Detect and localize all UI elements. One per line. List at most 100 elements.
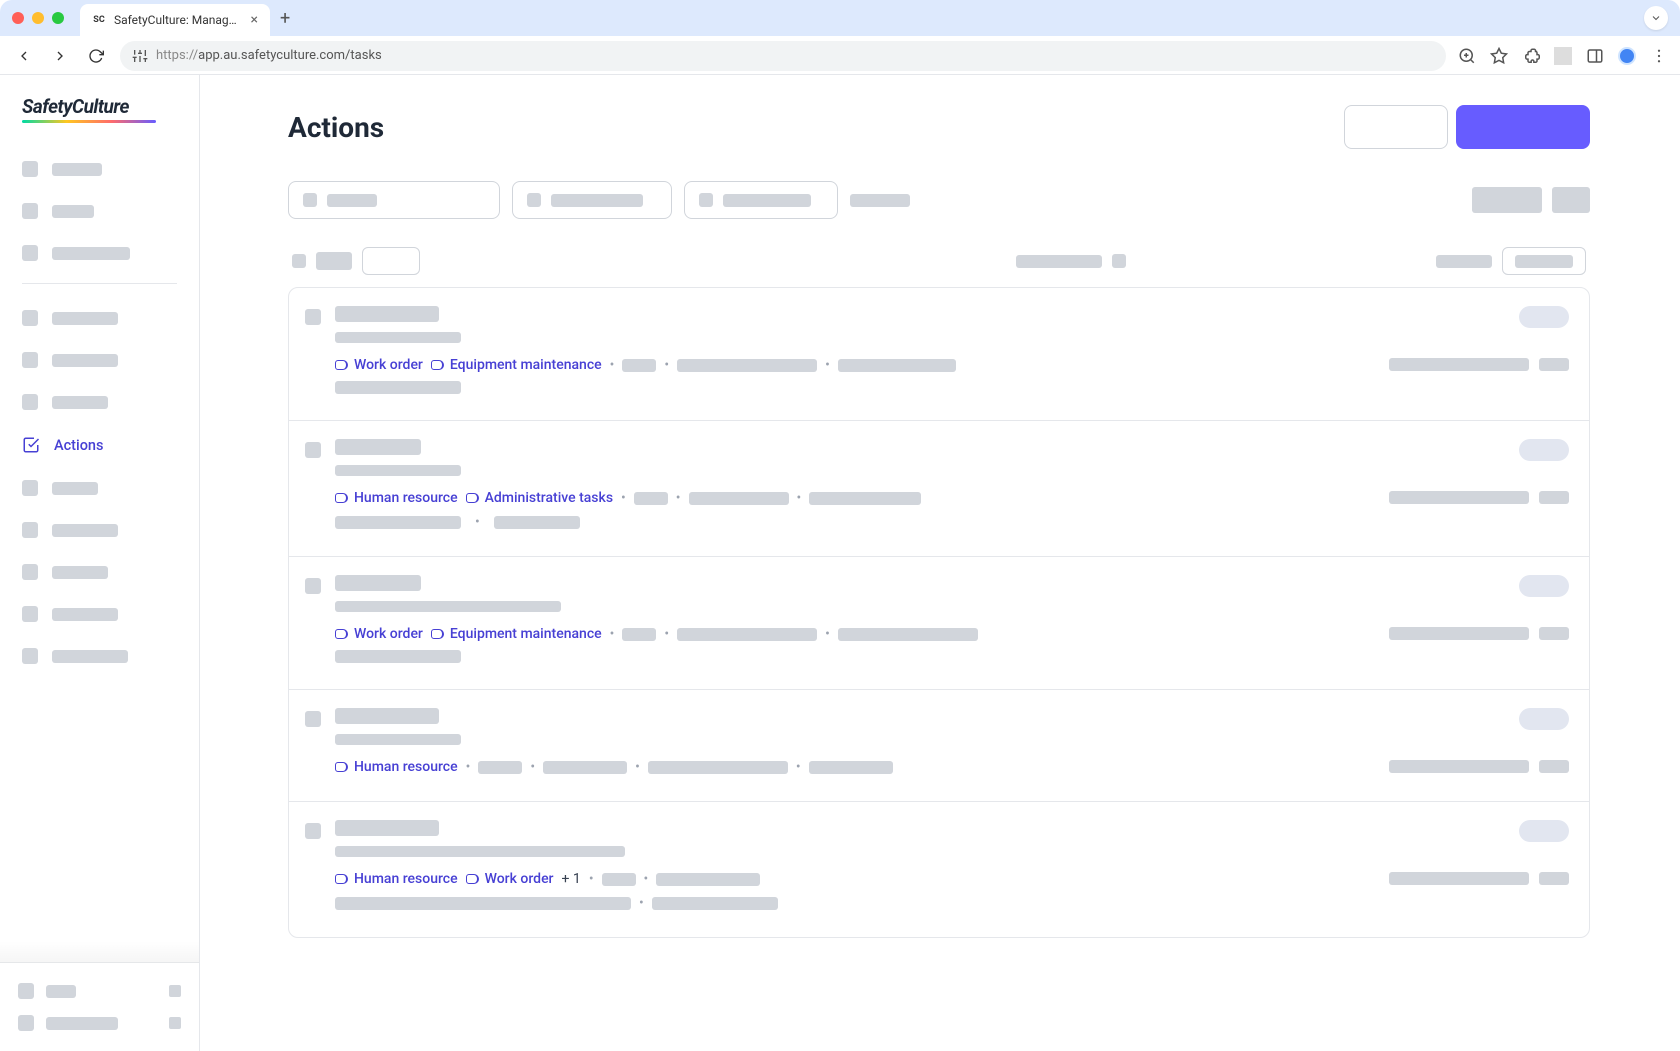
expand-tabs-button[interactable] xyxy=(1644,6,1668,30)
status-badge[interactable] xyxy=(1519,439,1569,461)
meta-skeleton xyxy=(689,492,789,505)
sidebar-item-skeleton[interactable] xyxy=(12,470,187,506)
sort-dropdown[interactable] xyxy=(362,247,420,275)
profile-avatar-icon[interactable] xyxy=(1618,47,1636,65)
browser-tab[interactable]: SC SafetyCulture: Manage Teams and... × xyxy=(80,4,270,36)
search-filter[interactable] xyxy=(288,181,500,219)
sidebar-bottom-item[interactable] xyxy=(12,975,187,1007)
maximize-window-icon[interactable] xyxy=(52,12,64,24)
more-icon[interactable] xyxy=(1650,47,1668,65)
url-text: https://app.au.safetyculture.com/tasks xyxy=(156,48,382,63)
status-badge[interactable] xyxy=(1519,575,1569,597)
sidebar-item-skeleton[interactable] xyxy=(12,596,187,632)
close-window-icon[interactable] xyxy=(12,12,24,24)
tag[interactable]: Human resource xyxy=(335,759,458,775)
status-badge[interactable] xyxy=(1519,306,1569,328)
filter-dropdown[interactable] xyxy=(512,181,672,219)
filter-dropdown[interactable] xyxy=(684,181,838,219)
sidebar-item-skeleton[interactable] xyxy=(12,384,187,420)
reload-button[interactable] xyxy=(84,44,108,68)
toolbar-skeleton xyxy=(316,252,352,270)
row-title-skeleton xyxy=(335,820,439,836)
sidebar-bottom-item[interactable] xyxy=(12,1007,187,1039)
row-meta-right-skeleton xyxy=(1389,491,1529,504)
select-all-checkbox[interactable] xyxy=(292,254,306,268)
sidebar-item-actions[interactable]: Actions xyxy=(12,426,187,464)
sidebar-item-skeleton[interactable] xyxy=(12,193,187,229)
toolbar-icon-skeleton[interactable] xyxy=(1112,254,1126,268)
logo-underline xyxy=(22,120,156,123)
row-title-skeleton xyxy=(335,575,421,591)
row-subtitle-skeleton xyxy=(335,332,461,343)
primary-action-button[interactable] xyxy=(1456,105,1590,149)
back-button[interactable] xyxy=(12,44,36,68)
row-checkbox[interactable] xyxy=(305,309,321,325)
close-tab-icon[interactable]: × xyxy=(251,12,258,28)
sidebar-item-skeleton[interactable] xyxy=(12,235,187,271)
sidebar-item-skeleton[interactable] xyxy=(12,512,187,548)
row-checkbox[interactable] xyxy=(305,823,321,839)
forward-button[interactable] xyxy=(48,44,72,68)
tag[interactable]: Equipment maintenance xyxy=(431,626,602,642)
zoom-icon[interactable] xyxy=(1458,47,1476,65)
more-tags[interactable]: + 1 xyxy=(562,871,581,887)
meta-skeleton xyxy=(652,897,778,910)
sidebar-item-skeleton[interactable] xyxy=(12,300,187,336)
status-badge[interactable] xyxy=(1519,708,1569,730)
row-checkbox[interactable] xyxy=(305,442,321,458)
tag-icon xyxy=(466,493,479,503)
logo[interactable]: SafetyCulture xyxy=(0,95,199,151)
meta-skeleton xyxy=(677,359,817,372)
sidebar-item-skeleton[interactable] xyxy=(12,554,187,590)
sidebar-bottom xyxy=(0,962,199,1051)
bookmark-icon[interactable] xyxy=(1490,47,1508,65)
tag-icon xyxy=(335,874,348,884)
filter-link-skeleton[interactable] xyxy=(850,194,910,207)
site-settings-icon[interactable] xyxy=(132,48,148,64)
meta-skeleton xyxy=(838,628,978,641)
app: SafetyCulture Actions xyxy=(0,75,1680,1051)
tag-icon xyxy=(466,874,479,884)
meta-skeleton xyxy=(622,359,656,372)
tag[interactable]: Administrative tasks xyxy=(466,490,613,506)
row-meta-right-skeleton xyxy=(1389,627,1529,640)
sidebar-item-skeleton[interactable] xyxy=(12,638,187,674)
view-toggle-skeleton[interactable] xyxy=(1472,187,1542,213)
sidebar: SafetyCulture Actions xyxy=(0,75,200,1051)
tab-title: SafetyCulture: Manage Teams and... xyxy=(114,13,243,27)
table-row[interactable]: Human resource•••• xyxy=(289,690,1589,802)
minimize-window-icon[interactable] xyxy=(32,12,44,24)
status-badge[interactable] xyxy=(1519,820,1569,842)
tag-icon xyxy=(335,762,348,772)
extensions-icon[interactable] xyxy=(1522,47,1540,65)
table-row[interactable]: Human resourceAdministrative tasks••• • xyxy=(289,421,1589,557)
sidepanel-icon[interactable] xyxy=(1586,47,1604,65)
row-checkbox[interactable] xyxy=(305,578,321,594)
sidebar-item-skeleton[interactable] xyxy=(12,342,187,378)
row-meta-right-skeleton xyxy=(1539,358,1569,371)
new-tab-button[interactable]: + xyxy=(280,8,290,29)
nav-divider xyxy=(22,283,177,284)
row-meta-right-skeleton xyxy=(1389,760,1529,773)
tag-icon xyxy=(335,629,348,639)
actions-list: Work orderEquipment maintenance••• Human… xyxy=(288,287,1590,938)
table-row[interactable]: Work orderEquipment maintenance••• xyxy=(289,557,1589,690)
tag[interactable]: Work order xyxy=(335,357,423,373)
tag-icon xyxy=(335,360,348,370)
tag[interactable]: Work order xyxy=(466,871,554,887)
sidebar-item-skeleton[interactable] xyxy=(12,151,187,187)
row-subtitle-skeleton xyxy=(335,465,461,476)
tag[interactable]: Work order xyxy=(335,626,423,642)
secondary-action-button[interactable] xyxy=(1344,105,1448,149)
sidebar-item-label: Actions xyxy=(54,437,103,454)
table-row[interactable]: Work orderEquipment maintenance••• xyxy=(289,288,1589,421)
url-bar[interactable]: https://app.au.safetyculture.com/tasks xyxy=(120,41,1446,71)
toolbar-dropdown[interactable] xyxy=(1502,247,1586,275)
tag[interactable]: Human resource xyxy=(335,490,458,506)
view-toggle-skeleton[interactable] xyxy=(1552,187,1590,213)
row-checkbox[interactable] xyxy=(305,711,321,727)
window-controls xyxy=(12,12,64,24)
table-row[interactable]: Human resourceWork order+ 1•• • xyxy=(289,802,1589,937)
tag[interactable]: Equipment maintenance xyxy=(431,357,602,373)
tag[interactable]: Human resource xyxy=(335,871,458,887)
